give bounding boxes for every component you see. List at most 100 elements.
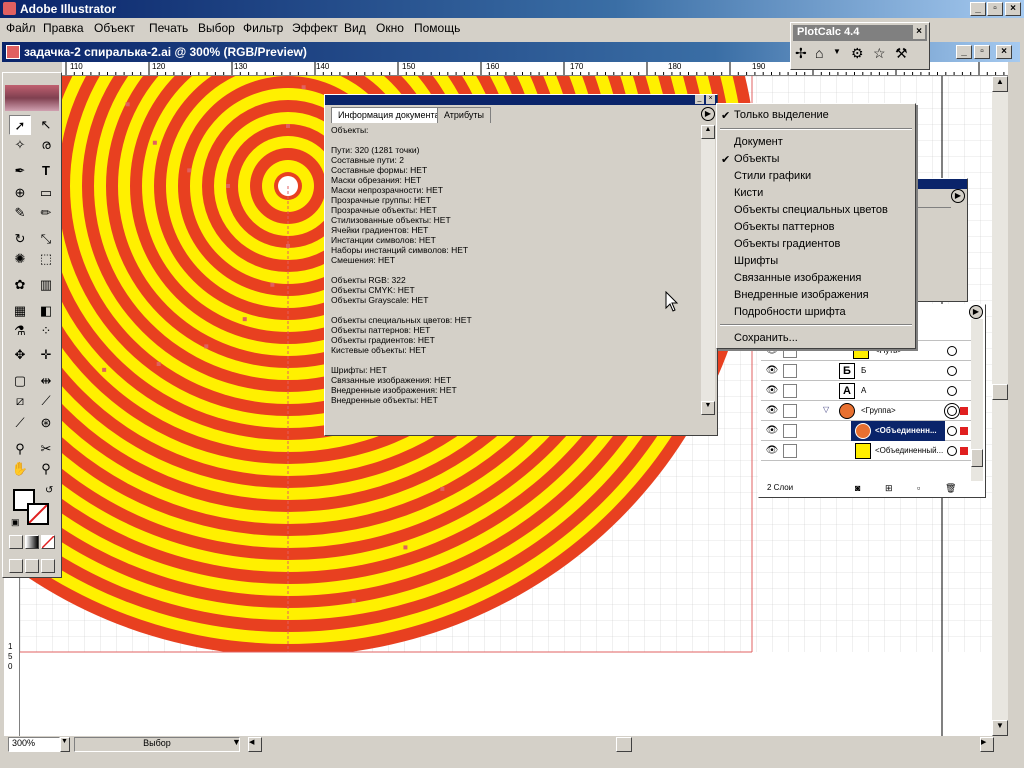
- eyedropper-tool-icon[interactable]: ⚗: [9, 321, 31, 341]
- lasso-tool-icon[interactable]: ര: [35, 135, 57, 155]
- column-graph-tool-icon[interactable]: ▥: [35, 275, 57, 295]
- new-sublayer-icon[interactable]: ⊞: [885, 483, 893, 494]
- eyedropper-alt-tool-icon[interactable]: ⚲: [9, 439, 31, 459]
- lock-toggle[interactable]: [783, 384, 797, 398]
- scroll-thumb[interactable]: [992, 384, 1008, 400]
- hand-tool-icon[interactable]: ✋: [9, 459, 31, 479]
- scroll-left-button[interactable]: ◀: [248, 737, 262, 752]
- selection-tool-icon[interactable]: ➚: [9, 115, 31, 135]
- zoom-field[interactable]: 300%: [8, 737, 60, 752]
- maximize-button[interactable]: ▫: [987, 2, 1003, 16]
- scissors-tool-icon[interactable]: ✂: [35, 439, 57, 459]
- layers-scrollbar[interactable]: [971, 319, 983, 481]
- direct-selection-tool-icon[interactable]: ↖: [35, 115, 57, 135]
- make-clipping-mask-icon[interactable]: ◙: [855, 483, 860, 493]
- plotcalc-close-icon[interactable]: ×: [913, 25, 925, 39]
- menu-window[interactable]: Окно: [376, 21, 404, 35]
- mesh-tool-icon[interactable]: ▦: [9, 301, 31, 321]
- reshape-tool-icon[interactable]: ⟋: [35, 391, 57, 411]
- tab-document-info[interactable]: Информация документа: [331, 107, 447, 123]
- target-circle-icon[interactable]: [947, 346, 957, 356]
- close-button[interactable]: ×: [1005, 2, 1021, 16]
- plotcalc-gear-icon[interactable]: ⚙: [851, 45, 864, 62]
- symbol-sprayer-tool-icon[interactable]: ✿: [9, 275, 31, 295]
- menu-effect[interactable]: Эффект: [292, 21, 338, 35]
- gradient-tool-icon[interactable]: ◧: [35, 301, 57, 321]
- visibility-eye-icon[interactable]: 👁: [765, 405, 779, 417]
- visibility-eye-icon[interactable]: 👁: [765, 365, 779, 377]
- type-tool-icon[interactable]: T: [35, 161, 57, 181]
- visibility-eye-icon[interactable]: 👁: [765, 445, 779, 457]
- screen-mode-menu-button[interactable]: [25, 559, 39, 573]
- doc-maximize-button[interactable]: ▫: [974, 45, 990, 59]
- palette-menu-icon[interactable]: ▶: [951, 189, 965, 203]
- lock-toggle[interactable]: [783, 364, 797, 378]
- scroll-up-button[interactable]: ▲: [992, 76, 1008, 92]
- stroke-swatch[interactable]: [27, 503, 49, 525]
- zoom-dropdown-button[interactable]: ▼: [60, 737, 70, 752]
- info-panel-menu-icon[interactable]: ▶: [701, 107, 715, 121]
- target-circle-icon[interactable]: [947, 386, 957, 396]
- layer-row[interactable]: 👁 Б Б: [761, 361, 971, 381]
- slice-tool-icon[interactable]: ✥: [9, 345, 31, 365]
- none-mode-button[interactable]: [41, 535, 55, 549]
- measure-tool-icon[interactable]: ✛: [35, 345, 57, 365]
- vertical-scrollbar[interactable]: ▲ ▼: [992, 76, 1008, 736]
- info-panel-minimize-icon[interactable]: _: [695, 95, 704, 104]
- info-scrollbar[interactable]: ▲ ▼: [701, 125, 715, 415]
- status-dropdown-icon[interactable]: ▼: [232, 737, 241, 747]
- layer-row[interactable]: 👁 <Объединенный...: [761, 441, 971, 461]
- twirl-tool-icon[interactable]: ⊛: [35, 413, 57, 433]
- menu-help[interactable]: Помощь: [414, 21, 460, 35]
- layer-row[interactable]: 👁 А А: [761, 381, 971, 401]
- menu-object[interactable]: Объект: [94, 21, 135, 35]
- swap-colors-icon[interactable]: ↺: [45, 485, 53, 496]
- plotcalc-star-icon[interactable]: ☆: [873, 45, 886, 62]
- screen-mode-normal-button[interactable]: [9, 559, 23, 573]
- doc-close-button[interactable]: ×: [996, 45, 1012, 59]
- target-circle-icon[interactable]: [947, 446, 957, 456]
- menu-file[interactable]: Файл: [6, 21, 36, 35]
- menu-print[interactable]: Печать: [149, 21, 188, 35]
- default-colors-icon[interactable]: ▣: [11, 517, 20, 528]
- info-scroll-up[interactable]: ▲: [701, 125, 715, 139]
- rotate-tool-icon[interactable]: ↻: [9, 229, 31, 249]
- pen-tool-icon[interactable]: ✒: [9, 161, 31, 181]
- shear-tool-icon[interactable]: ⧄: [9, 391, 31, 411]
- free-transform-tool-icon[interactable]: ⬚: [35, 249, 57, 269]
- lock-toggle[interactable]: [783, 424, 797, 438]
- menu-filter[interactable]: Фильтр: [243, 21, 283, 35]
- new-layer-icon[interactable]: ▫: [917, 483, 920, 493]
- pencil-tool-icon[interactable]: ✏: [35, 203, 57, 223]
- menu-view[interactable]: Вид: [344, 21, 366, 35]
- crop-tool-icon[interactable]: ▢: [9, 371, 31, 391]
- plotcalc-tools-icon[interactable]: ⚒: [895, 45, 908, 62]
- visibility-eye-icon[interactable]: 👁: [765, 425, 779, 437]
- menu-select[interactable]: Выбор: [198, 21, 235, 35]
- tab-attributes[interactable]: Атрибуты: [437, 107, 492, 123]
- warp-tool-icon[interactable]: ✺: [9, 249, 31, 269]
- layer-row-selected[interactable]: 👁 <Объединенн...: [761, 421, 971, 441]
- status-mode-field[interactable]: Выбор: [74, 737, 240, 752]
- screen-mode-full-button[interactable]: [41, 559, 55, 573]
- blend-tool-icon[interactable]: ⁘: [35, 321, 57, 341]
- minimize-button[interactable]: _: [970, 2, 986, 16]
- reflect-tool-icon[interactable]: ⇹: [35, 371, 57, 391]
- info-panel-close-icon[interactable]: ×: [706, 95, 715, 104]
- scroll-right-button[interactable]: ▶: [980, 737, 994, 752]
- expand-triangle-icon[interactable]: ▽: [823, 405, 829, 414]
- layer-row[interactable]: 👁 ▽ <Группа>: [761, 401, 971, 421]
- scale-tool-icon[interactable]: ⤡: [35, 229, 57, 249]
- knife-tool-icon[interactable]: ⟋: [9, 413, 31, 433]
- info-scroll-down[interactable]: ▼: [701, 401, 715, 415]
- plotcalc-plot-icon[interactable]: ✢: [795, 45, 807, 62]
- layers-menu-icon[interactable]: ▶: [969, 305, 983, 319]
- target-circle-icon[interactable]: [947, 366, 957, 376]
- plotcalc-dropdown-icon[interactable]: ▼: [833, 47, 841, 56]
- menu-edit[interactable]: Правка: [43, 21, 84, 35]
- color-mode-button[interactable]: [9, 535, 23, 549]
- layers-scroll-thumb[interactable]: [971, 449, 983, 467]
- plotcalc-home-icon[interactable]: ⌂: [815, 45, 823, 61]
- delete-layer-icon[interactable]: 🗑: [945, 483, 956, 494]
- hscroll-thumb[interactable]: [616, 737, 632, 752]
